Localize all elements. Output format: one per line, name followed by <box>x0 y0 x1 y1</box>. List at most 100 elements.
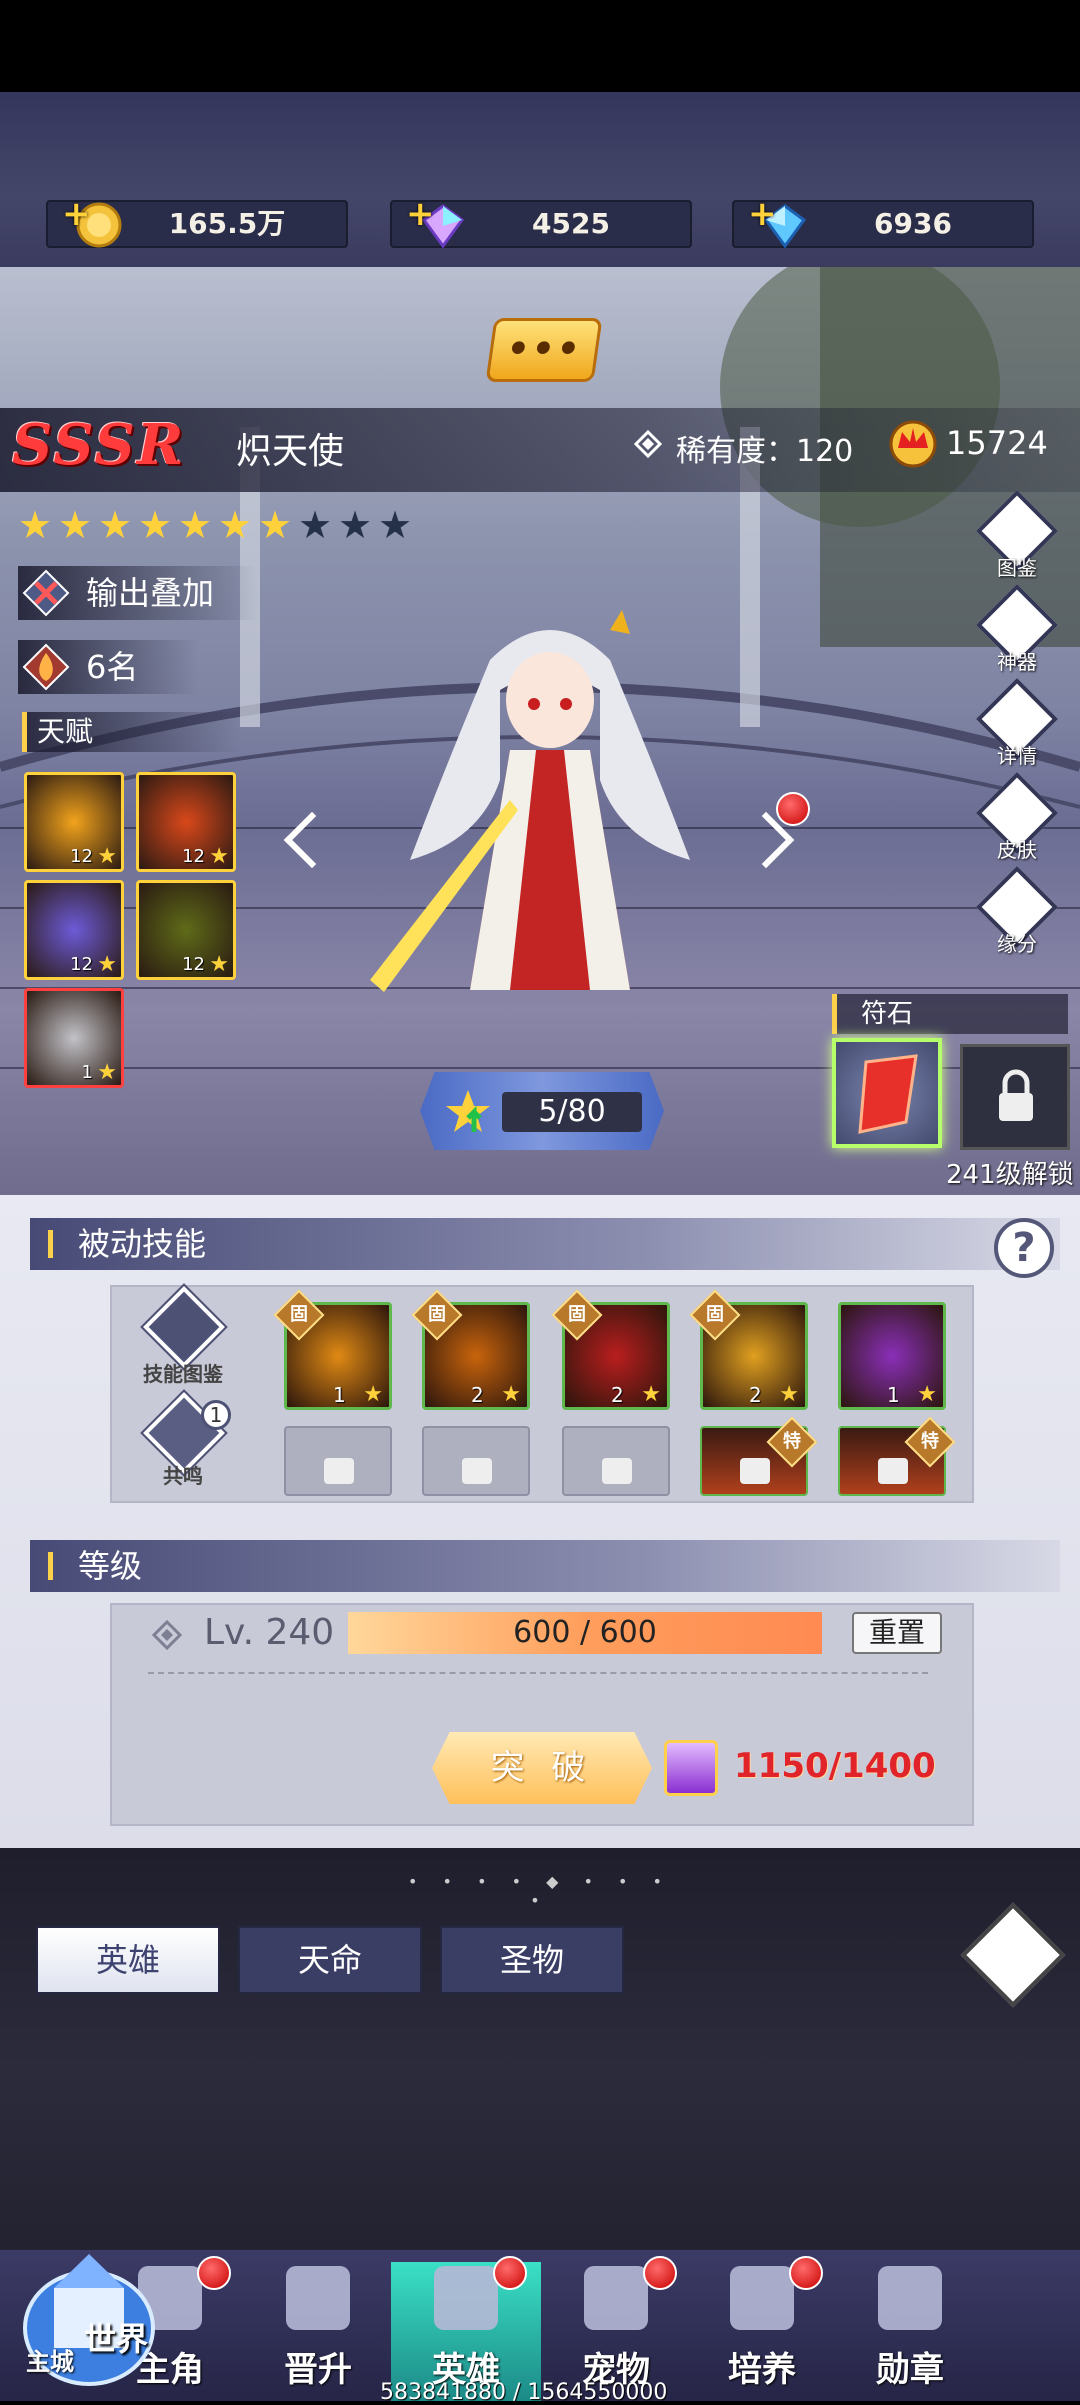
star-icon: ★ <box>501 1382 521 1407</box>
talent-skill-2[interactable]: 12 ★ <box>136 772 236 872</box>
star-icon: ★ <box>258 503 293 547</box>
breakthrough-cost: 1150/1400 <box>734 1746 936 1786</box>
grade-badge: SSSR <box>12 412 186 478</box>
skill-level: 2 <box>471 1383 484 1407</box>
tab-destiny[interactable]: 天命 <box>238 1926 422 1994</box>
special-skill-slot[interactable]: 特 <box>838 1416 956 1496</box>
star-icon: ★ <box>641 1382 661 1407</box>
red-crystal-icon <box>858 1054 918 1134</box>
star-progress-text: 5/80 <box>538 1094 606 1129</box>
talent-skill-1[interactable]: 12 ★ <box>24 772 124 872</box>
plus-icon[interactable]: + <box>62 194 91 234</box>
notification-dot <box>789 2256 823 2290</box>
hero-character[interactable] <box>360 600 740 1030</box>
talent-skill-3[interactable]: 12 ★ <box>24 880 124 980</box>
star-icon: ★ <box>917 1382 937 1407</box>
star-icon: ★ <box>218 503 253 547</box>
help-icon[interactable]: ? <box>994 1218 1054 1278</box>
side-menu-artifact[interactable]: 神器 <box>975 583 1059 688</box>
purple-orb-icon <box>664 1740 718 1796</box>
notification-dot <box>643 2256 677 2290</box>
passive-skill-4[interactable]: 2 ★ 固 <box>689 1289 808 1410</box>
tab-hero[interactable]: 英雄 <box>36 1926 220 1994</box>
special-skill-slot[interactable]: 特 <box>700 1416 818 1496</box>
passive-skill-3[interactable]: 2 ★ 固 <box>551 1289 670 1410</box>
world-label: 世界 <box>84 2320 149 2358</box>
passive-skill-2[interactable]: 2 ★ 固 <box>411 1289 530 1410</box>
rank-label: 6名 <box>86 648 139 686</box>
talent-skill-5[interactable]: 1 ★ <box>24 988 124 1088</box>
nav-icon <box>584 2266 648 2330</box>
tab-relic[interactable]: 圣物 <box>440 1926 624 1994</box>
nav-1[interactable]: 晋升 <box>243 2262 393 2401</box>
level-header: 等级 <box>30 1540 1060 1592</box>
reset-button[interactable]: 重置 <box>852 1612 942 1654</box>
passive-skills-header: 被动技能 <box>30 1218 1060 1270</box>
talent-skill-4[interactable]: 12 ★ <box>136 880 236 980</box>
passive-skill-1[interactable]: 1 ★ 固 <box>273 1289 392 1410</box>
plus-icon[interactable]: + <box>406 194 435 234</box>
rune-slot-2-locked[interactable] <box>960 1044 1070 1150</box>
chat-bubble-icon[interactable]: ••• <box>485 318 603 382</box>
role-tag: 输出叠加 <box>18 566 258 620</box>
rune-unlock-text: 241级解锁 <box>946 1160 1074 1190</box>
side-menu-bond[interactable]: 缘分 <box>975 865 1059 970</box>
footer-counter: 583841880 / 1564550000 <box>380 2380 668 2405</box>
exp-text: 600 / 600 <box>513 1615 657 1650</box>
status-bar <box>0 0 1080 92</box>
star-icon: ★ <box>378 503 413 547</box>
nav-label: 培养 <box>728 2350 796 2390</box>
star-icon: ★ <box>363 1382 383 1407</box>
star-icon: ★ <box>209 952 229 977</box>
plus-icon[interactable]: + <box>748 194 777 234</box>
world-city-button[interactable]: 世界 主城 <box>14 2218 164 2394</box>
lock-icon <box>999 1069 1033 1121</box>
rune-slot-1[interactable] <box>832 1038 942 1148</box>
skill-codex-label: 技能图鉴 <box>143 1362 223 1386</box>
role-label: 输出叠加 <box>86 574 215 612</box>
side-menu-label: 图鉴 <box>997 556 1037 580</box>
skill-level: 2 <box>611 1383 624 1407</box>
level-value: Lv. 240 <box>204 1612 335 1653</box>
crown-power-icon <box>889 420 937 468</box>
star-icon: ★ <box>298 503 333 547</box>
skill-level: 2 <box>749 1383 762 1407</box>
locked-skill-slot[interactable] <box>284 1426 392 1496</box>
star-up-button[interactable]: 5/80 <box>420 1072 664 1150</box>
talent-level: 12 <box>70 954 93 975</box>
nav-icon <box>434 2266 498 2330</box>
star-icon: ★ <box>138 503 173 547</box>
skill-codex-button[interactable]: 技能图鉴 <box>133 1283 233 1386</box>
side-menu-codex[interactable]: 图鉴 <box>975 489 1059 594</box>
locked-skill-slot[interactable] <box>562 1426 670 1496</box>
nav-label: 勋章 <box>876 2350 944 2390</box>
rarity-diamond-icon <box>634 430 662 458</box>
rarity-value: 稀有度：120 <box>676 434 854 469</box>
star-up-arrow-icon <box>446 1090 490 1132</box>
resonance-button[interactable]: 共鸣 1 <box>133 1389 233 1490</box>
nav-5[interactable]: 勋章 <box>835 2262 985 2401</box>
blue-diamond-currency[interactable]: + 6936 <box>732 194 1034 249</box>
side-menu-details[interactable]: 详情 <box>975 677 1059 782</box>
gold-currency[interactable]: + 165.5万 <box>46 194 348 248</box>
city-label: 主城 <box>26 2348 74 2376</box>
notification-dot <box>493 2256 527 2290</box>
resonance-badge: 1 <box>201 1400 231 1430</box>
book-icon <box>140 1283 228 1371</box>
blue-diamond-value: 6936 <box>874 207 952 240</box>
star-icon: ★ <box>209 844 229 869</box>
star-icon: ★ <box>338 503 373 547</box>
passive-skill-5[interactable]: 1 ★ <box>838 1302 946 1410</box>
talent-level: 12 <box>70 846 93 867</box>
nav-label: 晋升 <box>284 2350 352 2390</box>
star-icon: ★ <box>18 503 53 547</box>
talent-level: 12 <box>182 954 205 975</box>
nav-icon <box>286 2266 350 2330</box>
locked-skill-slot[interactable] <box>422 1426 530 1496</box>
talent-level: 12 <box>182 846 205 867</box>
side-menu-skin[interactable]: 皮肤 <box>975 771 1059 876</box>
rainbow-diamond-currency[interactable]: + 4525 <box>390 194 692 249</box>
notification-dot <box>197 2256 231 2290</box>
divider <box>148 1672 928 1674</box>
breakthrough-button[interactable]: 突 破 <box>432 1732 652 1804</box>
